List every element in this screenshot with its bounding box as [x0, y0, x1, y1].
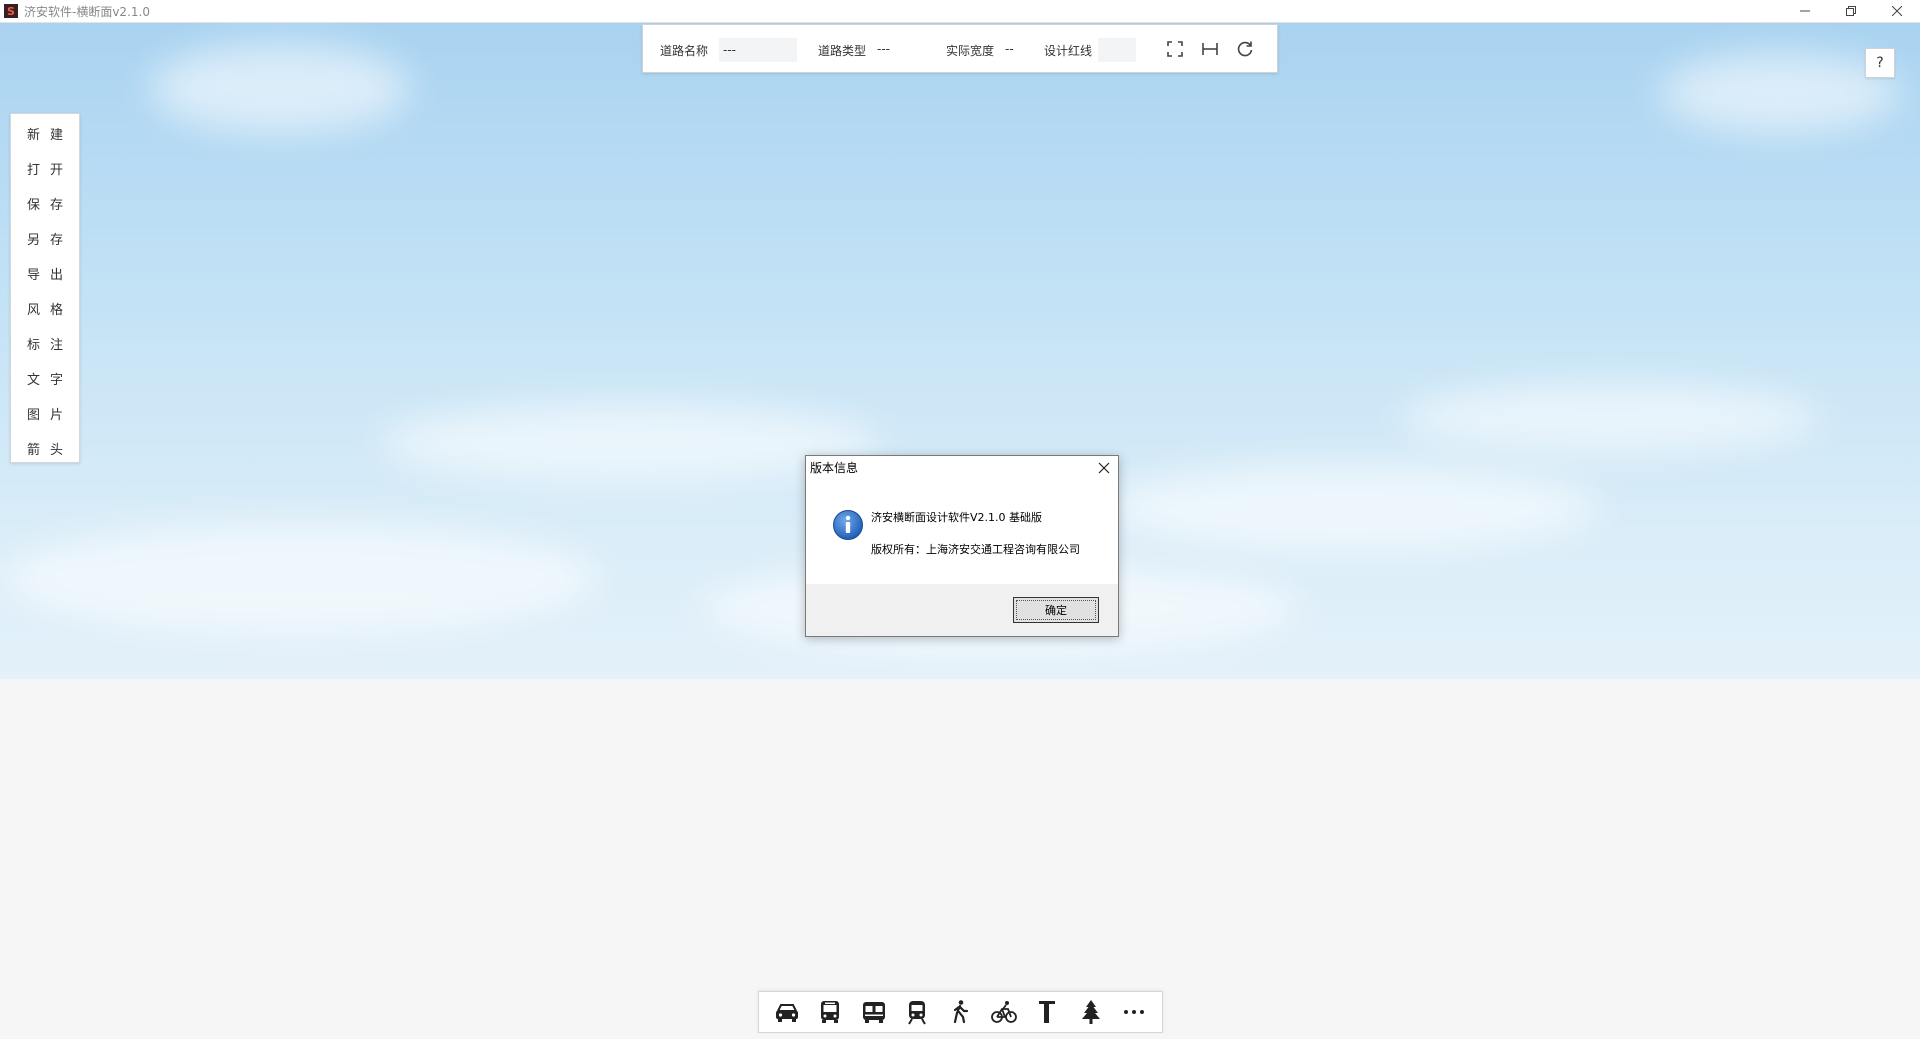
- pedestrian-icon: [954, 1000, 969, 1024]
- menu-arrow[interactable]: 箭头: [11, 431, 79, 466]
- info-icon: [833, 510, 863, 540]
- close-icon: [1892, 6, 1902, 16]
- dialog-close-icon[interactable]: [1096, 460, 1112, 476]
- menu-text[interactable]: 文字: [11, 361, 79, 396]
- dialog-footer: 确定: [806, 584, 1118, 636]
- menu-image[interactable]: 图片: [11, 396, 79, 431]
- menu-export[interactable]: 导出: [11, 256, 79, 291]
- road-info-bar: 道路名称 --- 道路类型 --- 实际宽度 -- 设计红线: [642, 24, 1278, 73]
- cloud-decoration: [0, 523, 600, 633]
- restore-button[interactable]: [1828, 0, 1874, 22]
- cloud-decoration: [1400, 383, 1820, 453]
- menu-style[interactable]: 风格: [11, 291, 79, 326]
- road-name-field[interactable]: ---: [719, 38, 797, 62]
- cloud-decoration: [150, 43, 410, 133]
- tram-tool[interactable]: [857, 995, 891, 1029]
- cloud-decoration: [1660, 53, 1900, 133]
- dialog-title: 版本信息: [810, 461, 859, 475]
- pedestrian-tool[interactable]: [943, 995, 977, 1029]
- fullscreen-icon[interactable]: [1165, 39, 1185, 59]
- road-name-label: 道路名称: [660, 44, 709, 58]
- app-window: S 济安软件-横断面v2.1.0 道路名称 --- 道路类型 --- 实际宽度: [0, 0, 1920, 1039]
- app-logo-icon: S: [4, 4, 18, 18]
- help-button[interactable]: ?: [1865, 48, 1895, 78]
- element-toolbar: [758, 991, 1163, 1033]
- minimize-button[interactable]: [1782, 0, 1828, 22]
- menu-save-as[interactable]: 另存: [11, 221, 79, 256]
- more-icon: [1124, 1010, 1145, 1014]
- train-icon: [908, 1001, 926, 1025]
- title-bar: S 济安软件-横断面v2.1.0: [0, 0, 1920, 23]
- road-type-value[interactable]: ---: [877, 42, 890, 56]
- menu-annotate[interactable]: 标注: [11, 326, 79, 361]
- minimize-icon: [1800, 10, 1810, 12]
- pole-icon: [1039, 1001, 1056, 1023]
- restore-icon: [1846, 6, 1856, 16]
- dialog-product-text: 济安横断面设计软件V2.1.0 基础版: [871, 511, 1043, 524]
- side-menu: 新建 打开 保存 另存 导出 风格 标注 文字 图片 箭头: [10, 113, 80, 463]
- bicycle-tool[interactable]: [987, 995, 1021, 1029]
- red-line-field[interactable]: [1098, 38, 1136, 62]
- bus-icon: [821, 1001, 840, 1023]
- tram-icon: [862, 1002, 885, 1023]
- red-line-label: 设计红线: [1044, 44, 1093, 58]
- pole-tool[interactable]: [1030, 995, 1064, 1029]
- window-controls: [1782, 0, 1920, 22]
- cloud-decoration: [1100, 463, 1600, 553]
- road-type-label: 道路类型: [818, 44, 867, 58]
- bicycle-icon: [991, 1001, 1017, 1023]
- actual-width-value: --: [1005, 42, 1014, 56]
- train-tool[interactable]: [900, 995, 934, 1029]
- dialog-copyright-text: 版权所有：上海济安交通工程咨询有限公司: [871, 543, 1080, 556]
- menu-save[interactable]: 保存: [11, 186, 79, 221]
- more-tool[interactable]: [1117, 995, 1151, 1029]
- tree-tool[interactable]: [1074, 995, 1108, 1029]
- fit-width-icon[interactable]: [1200, 39, 1220, 59]
- ok-button[interactable]: 确定: [1013, 597, 1099, 623]
- car-icon: [775, 1004, 798, 1022]
- menu-open[interactable]: 打开: [11, 151, 79, 186]
- close-window-button[interactable]: [1874, 0, 1920, 22]
- tree-icon: [1081, 1000, 1100, 1024]
- bus-tool[interactable]: [813, 995, 847, 1029]
- refresh-icon[interactable]: [1235, 39, 1255, 59]
- car-tool[interactable]: [770, 995, 804, 1029]
- window-title: 济安软件-横断面v2.1.0: [24, 4, 150, 19]
- version-info-dialog: 版本信息 济安横断面设计软件V2.1.0 基础版 版权所有：上海济安交通工程咨询…: [805, 455, 1119, 637]
- menu-new[interactable]: 新建: [11, 116, 79, 151]
- actual-width-label: 实际宽度: [946, 44, 995, 58]
